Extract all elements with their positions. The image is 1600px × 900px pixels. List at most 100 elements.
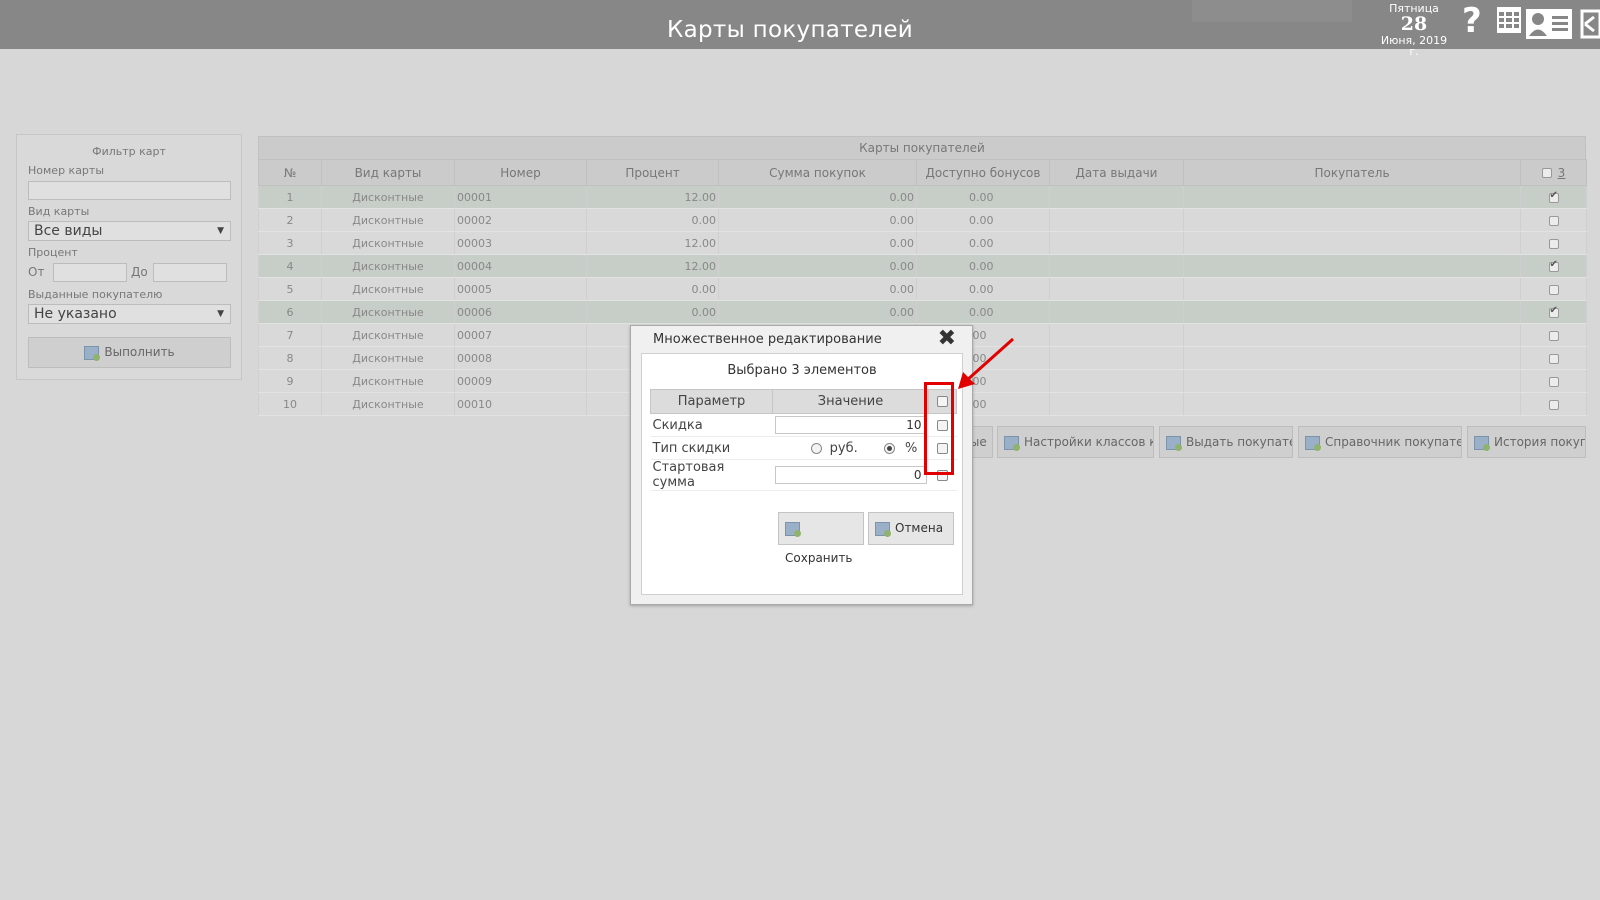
col-header-bonus[interactable]: Доступно бонусов — [916, 159, 1050, 186]
row-select-checkbox[interactable] — [1548, 353, 1559, 364]
card-type-value: Все виды — [34, 223, 103, 239]
dialog-title: Множественное редактирование — [653, 332, 882, 347]
row-buyer — [1183, 369, 1521, 393]
bulk-edit-dialog: Множественное редактирование ✖ Выбрано 3… — [630, 325, 973, 605]
header-date: Пятница 28 Июня, 2019 г. — [1378, 3, 1450, 57]
row-buyer — [1183, 208, 1521, 232]
discount-type-row: Тип скидки руб. % — [650, 436, 957, 460]
card-class-settings-button[interactable]: Настройки классов карт — [997, 426, 1154, 458]
row-sum: 0.00 — [718, 277, 917, 301]
row-buyer — [1183, 323, 1521, 347]
row-card-type: Дисконтные — [321, 231, 455, 255]
percent-from-input[interactable] — [53, 263, 127, 282]
row-card-number: 00005 — [454, 277, 587, 301]
row-number: 8 — [258, 346, 322, 370]
pencil-icon — [1474, 435, 1490, 451]
row-card-number: 00002 — [454, 208, 587, 232]
save-label: Сохранить — [785, 551, 853, 565]
table-row[interactable]: 2 Дисконтные 00002 0.00 0.00 0.00 — [258, 208, 1587, 232]
percent-to-input[interactable] — [153, 263, 227, 282]
row-issue-date — [1049, 323, 1184, 347]
row-select-checkbox[interactable] — [1548, 259, 1559, 272]
row-percent: 12.00 — [586, 231, 719, 255]
value-col-header: Значение — [772, 389, 929, 414]
selected-count-text: Выбрано 3 элементов — [727, 363, 877, 378]
select-all-checkbox[interactable] — [1541, 168, 1552, 178]
col-header-percent[interactable]: Процент — [586, 159, 719, 186]
row-card-number: 00006 — [454, 300, 587, 324]
row-select-cell — [1520, 185, 1587, 209]
close-icon[interactable]: ✖ — [938, 328, 956, 350]
cancel-button[interactable]: Отмена — [868, 512, 954, 545]
row-select-checkbox[interactable] — [1548, 215, 1559, 226]
col-header-no[interactable]: № — [258, 159, 322, 186]
row-issue-date — [1049, 277, 1184, 301]
start-sum-input[interactable]: 0 — [774, 466, 927, 484]
row-select-checkbox[interactable] — [1548, 284, 1559, 295]
row-percent: 0.00 — [586, 277, 719, 301]
row-select-checkbox[interactable] — [1548, 190, 1559, 203]
col-header-number[interactable]: Номер — [454, 159, 587, 186]
radio-rub[interactable] — [810, 442, 822, 454]
discount-row: Скидка 10 — [650, 413, 957, 437]
discount-label: Скидка — [650, 413, 773, 437]
header-blank-area — [1192, 0, 1352, 22]
row-issue-date — [1049, 254, 1184, 278]
table-row[interactable]: 6 Дисконтные 00006 0.00 0.00 0.00 — [258, 300, 1587, 324]
row-percent: 0.00 — [586, 208, 719, 232]
row-issue-date — [1049, 392, 1184, 416]
issued-select[interactable]: Не указано ▼ — [28, 304, 231, 324]
row-number: 5 — [258, 277, 322, 301]
row-select-checkbox[interactable] — [1548, 399, 1559, 410]
row-select-cell — [1520, 208, 1587, 232]
row-card-type: Дисконтные — [321, 254, 455, 278]
grid-icon[interactable] — [1497, 7, 1521, 33]
col-header-sum[interactable]: Сумма покупок — [718, 159, 917, 186]
dialog-body: Выбрано 3 элементов Параметр Значение Ск… — [641, 353, 963, 595]
selected-count-link[interactable]: 3 — [1558, 166, 1566, 180]
row-bonus: 0.00 — [916, 277, 1050, 301]
issued-value: Не указано — [34, 306, 117, 322]
table-row[interactable]: 3 Дисконтные 00003 12.00 0.00 0.00 — [258, 231, 1587, 255]
row-select-cell — [1520, 277, 1587, 301]
row-select-checkbox[interactable] — [1548, 330, 1559, 341]
run-filter-label: Выполнить — [104, 345, 175, 359]
rub-label: руб. — [829, 440, 858, 456]
table-row[interactable]: 5 Дисконтные 00005 0.00 0.00 0.00 — [258, 277, 1587, 301]
bulk-edit-table: Параметр Значение Скидка 10 Тип скидки р… — [650, 389, 957, 491]
exit-icon[interactable] — [1580, 9, 1600, 39]
table-row[interactable]: 1 Дисконтные 00001 12.00 0.00 0.00 — [258, 185, 1587, 209]
help-icon[interactable]: ? — [1462, 4, 1482, 38]
row-buyer — [1183, 254, 1521, 278]
row-bonus: 0.00 — [916, 300, 1050, 324]
discount-input[interactable]: 10 — [774, 416, 927, 434]
row-card-number: 00009 — [454, 369, 587, 393]
col-header-buyer[interactable]: Покупатель — [1183, 159, 1521, 186]
card-number-input[interactable] — [28, 181, 231, 200]
buyers-directory-button[interactable]: Справочник покупателей — [1298, 426, 1462, 458]
save-button[interactable]: Сохранить — [778, 512, 864, 565]
issue-to-buyer-button[interactable]: Выдать покупателю — [1159, 426, 1293, 458]
row-select-checkbox[interactable] — [1548, 238, 1559, 249]
row-sum: 0.00 — [718, 185, 917, 209]
user-card-icon[interactable] — [1526, 9, 1572, 39]
row-select-checkbox[interactable] — [1548, 305, 1559, 318]
purchase-history-label: История покупок — [1494, 435, 1585, 449]
start-sum-row: Стартовая сумма 0 — [650, 459, 957, 491]
issue-to-buyer-label: Выдать покупателю — [1186, 435, 1292, 449]
table-row[interactable]: 4 Дисконтные 00004 12.00 0.00 0.00 — [258, 254, 1587, 278]
card-number-label: Номер карты — [28, 164, 105, 177]
col-header-date[interactable]: Дата выдачи — [1049, 159, 1184, 186]
card-type-select[interactable]: Все виды ▼ — [28, 221, 231, 241]
run-filter-button[interactable]: Выполнить — [28, 337, 231, 368]
purchase-history-button[interactable]: История покупок — [1467, 426, 1586, 458]
row-number: 3 — [258, 231, 322, 255]
col-header-select: 3 — [1520, 159, 1587, 186]
col-header-type[interactable]: Вид карты — [321, 159, 455, 186]
row-card-type: Дисконтные — [321, 300, 455, 324]
radio-percent[interactable] — [883, 442, 895, 454]
row-select-checkbox[interactable] — [1548, 376, 1559, 387]
row-issue-date — [1049, 346, 1184, 370]
table-caption: Карты покупателей — [258, 136, 1586, 159]
chevron-down-icon: ▼ — [217, 309, 224, 319]
